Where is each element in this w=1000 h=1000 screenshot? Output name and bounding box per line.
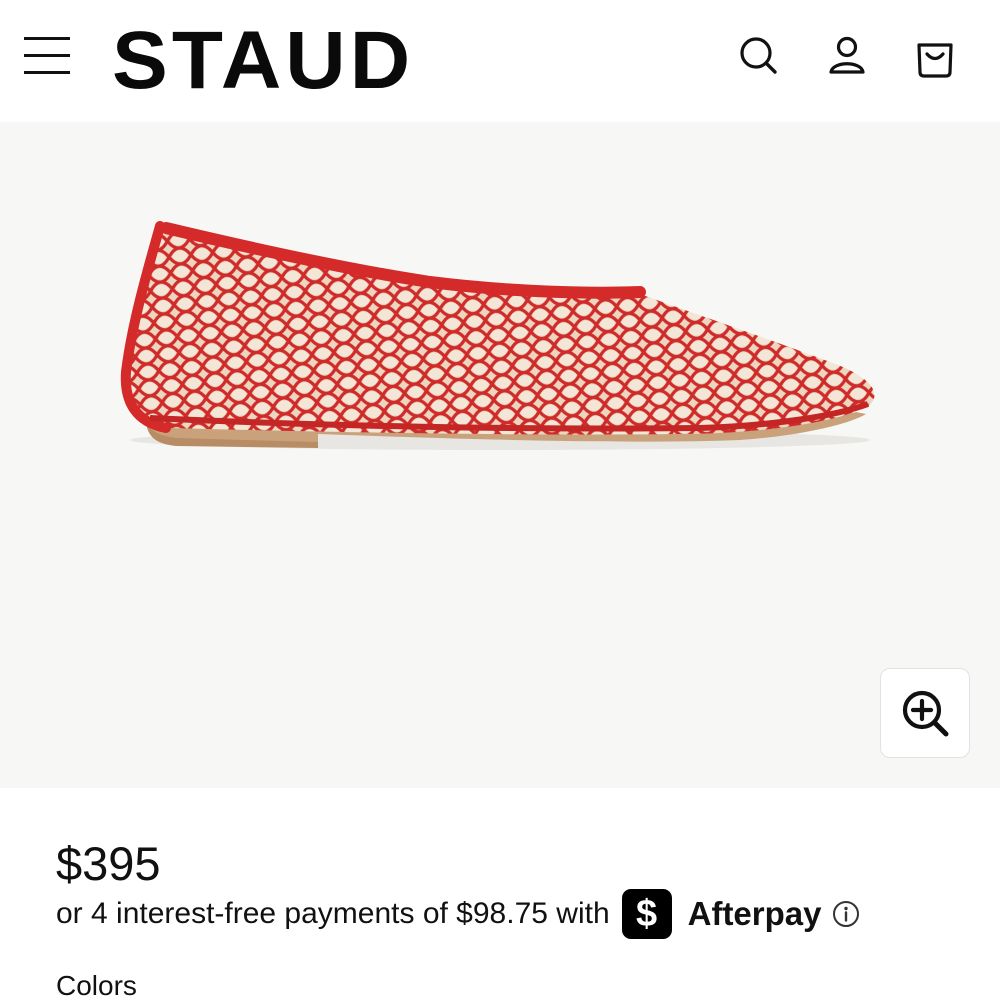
brand-logo[interactable]: STAUD	[112, 18, 414, 104]
account-icon[interactable]	[822, 32, 872, 82]
afterpay-label: Afterpay	[687, 895, 822, 932]
colors-label: Colors	[56, 970, 137, 1000]
installment-text: or 4 interest-free payments of $98.75 wi…	[56, 897, 610, 930]
cart-icon[interactable]	[910, 32, 960, 82]
product-page: STAUD $395 or 4 interest-free payments o…	[0, 0, 1000, 1000]
menu-icon[interactable]	[22, 33, 72, 77]
cash-app-icon: $	[621, 889, 672, 939]
product-price: $395	[56, 837, 161, 890]
cash-app-symbol: $	[636, 893, 658, 935]
info-icon[interactable]	[832, 900, 860, 928]
afterpay-installment-row: or 4 interest-free payments of $98.75 wi…	[56, 889, 860, 939]
red-mesh-ballet-flat-image	[120, 221, 875, 450]
site-header: STAUD	[0, 0, 1000, 122]
search-icon[interactable]	[734, 32, 784, 82]
product-image[interactable]	[0, 122, 1000, 788]
zoom-button[interactable]	[880, 668, 970, 758]
zoom-in-icon	[902, 690, 949, 737]
